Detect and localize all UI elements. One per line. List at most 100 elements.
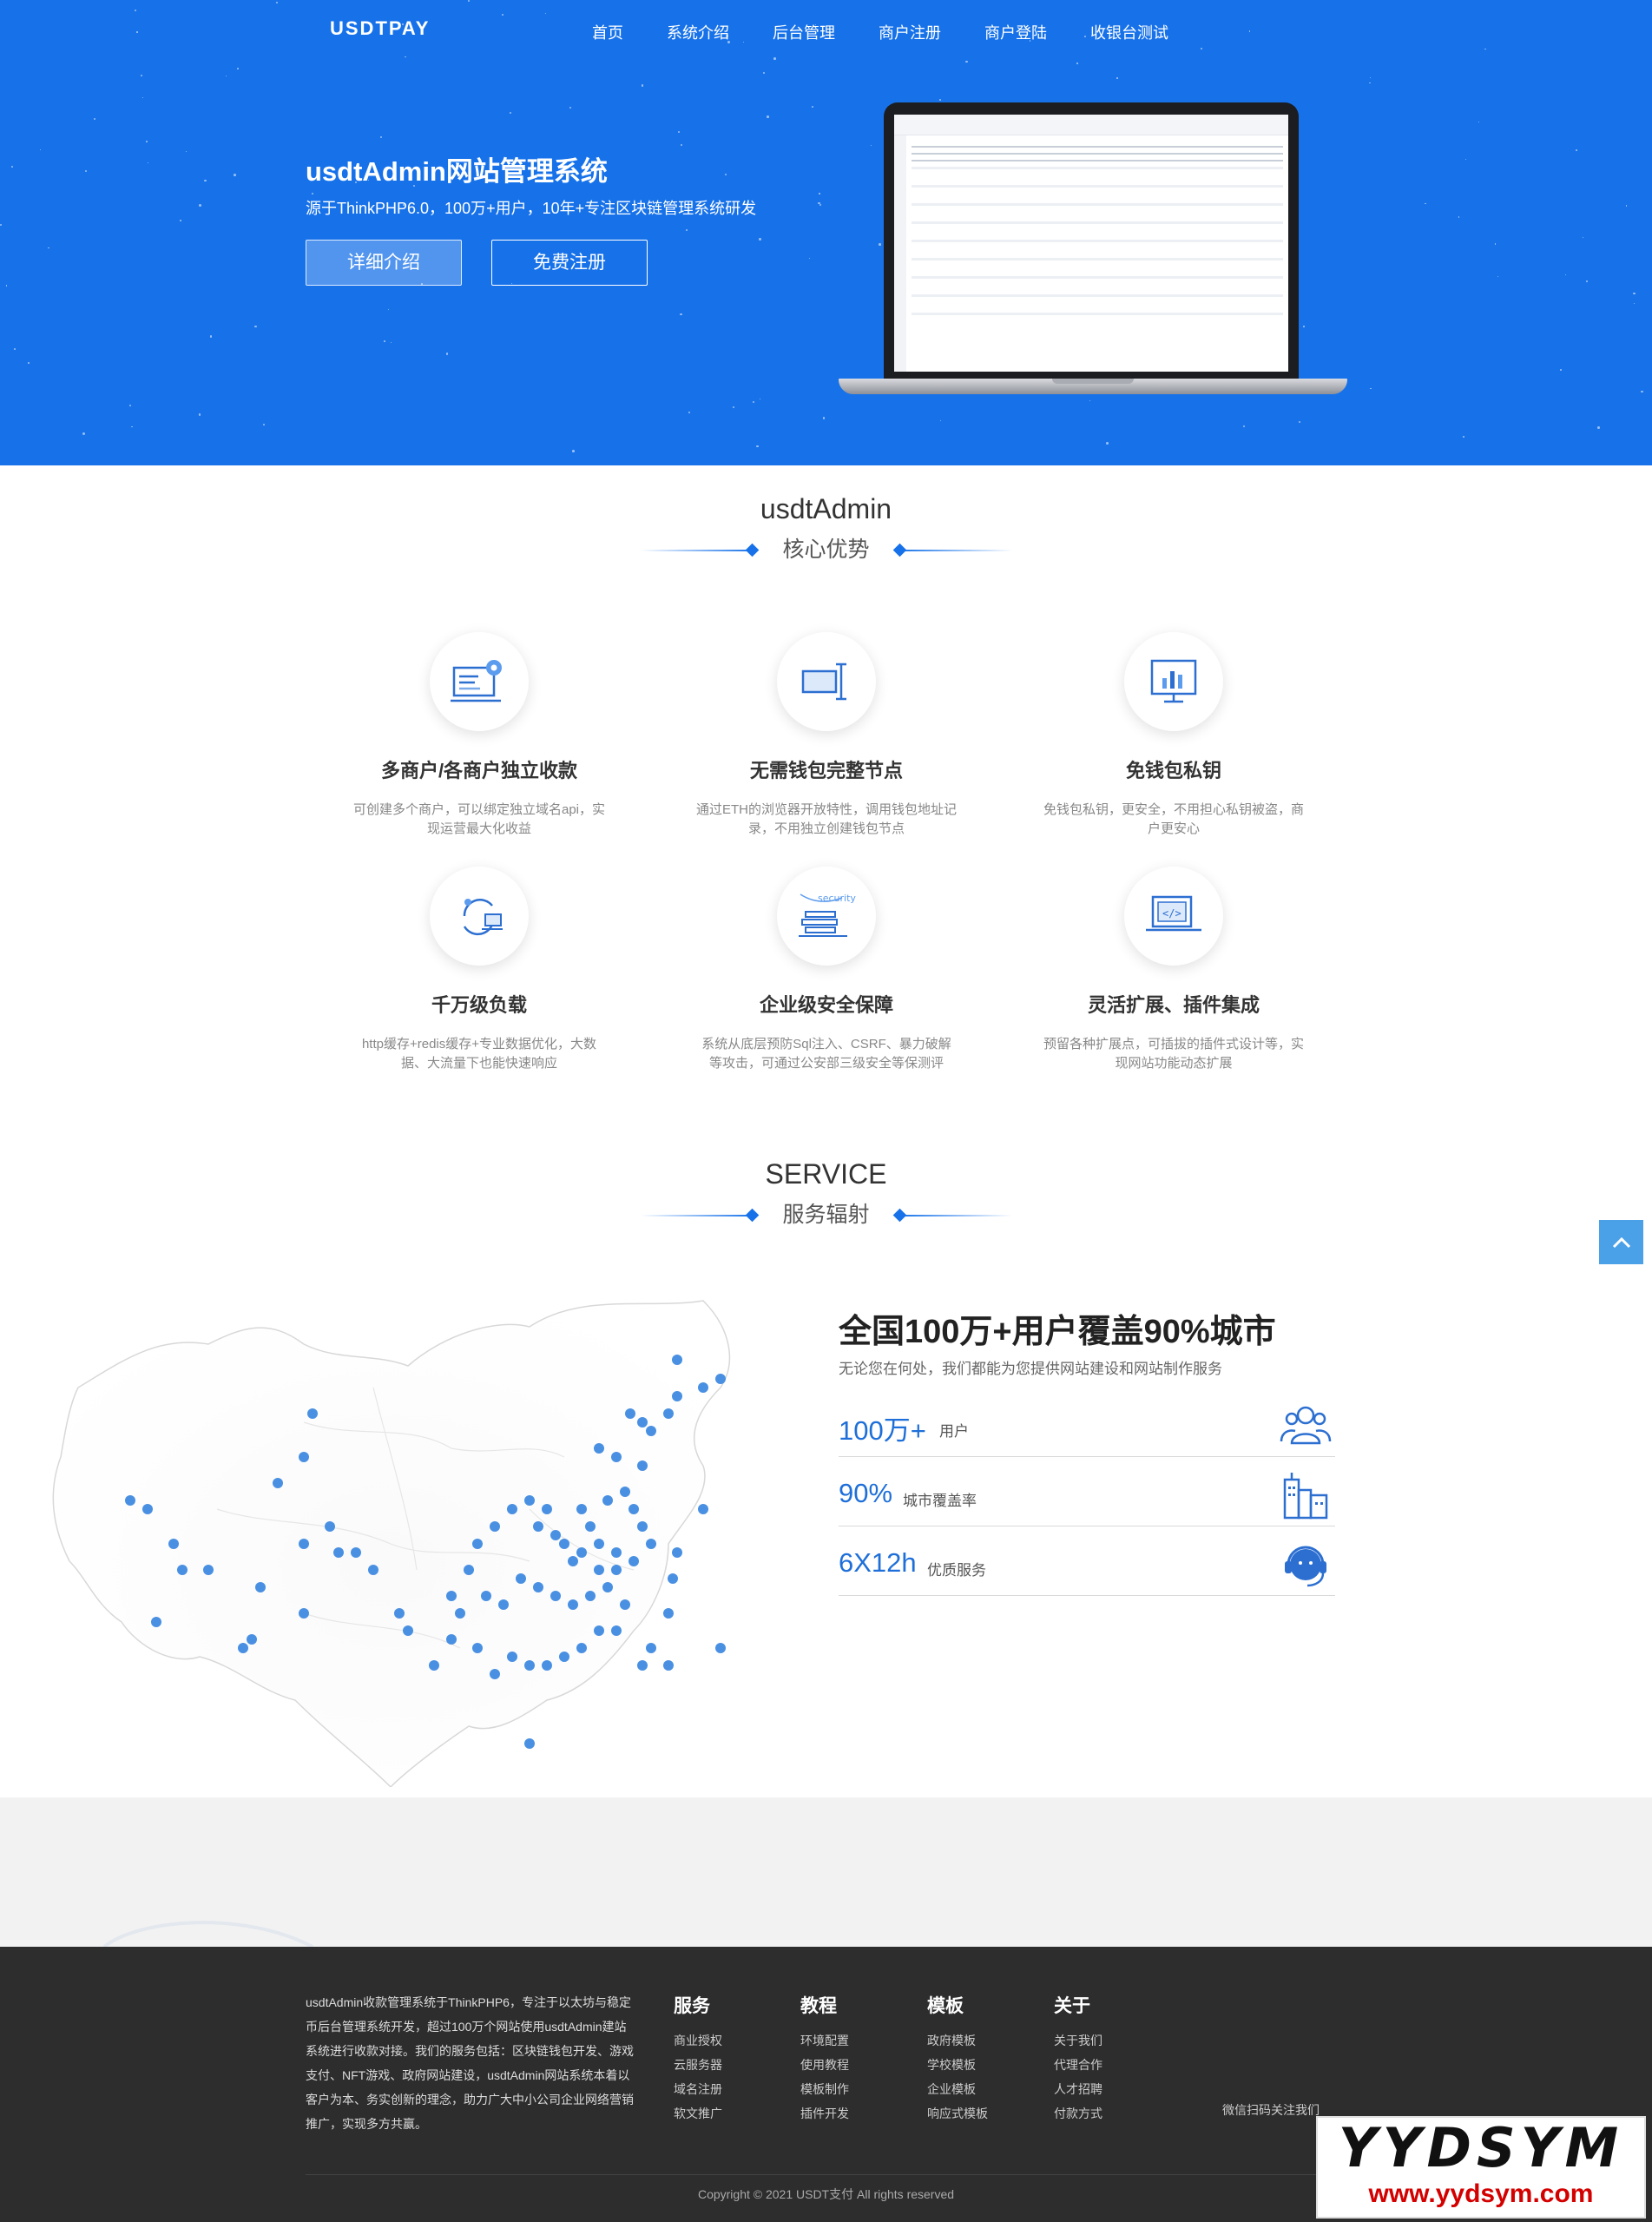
city-dot bbox=[507, 1652, 517, 1662]
footer-link[interactable]: 云服务器 bbox=[674, 2053, 722, 2077]
stat-users: 100万+ 用户 bbox=[839, 1388, 1335, 1457]
city-dot bbox=[273, 1478, 283, 1488]
feature-title: 免钱包私钥 bbox=[1125, 760, 1221, 781]
stat-number: 6X12h bbox=[839, 1547, 917, 1578]
city-dot bbox=[611, 1625, 622, 1636]
footer-link[interactable]: 政府模板 bbox=[927, 2028, 988, 2053]
footer-link[interactable]: 软文推广 bbox=[674, 2101, 722, 2126]
footer-link[interactable]: 关于我们 bbox=[1054, 2028, 1102, 2053]
city-dot bbox=[472, 1643, 483, 1653]
city-dot bbox=[533, 1521, 543, 1532]
footer-link[interactable]: 插件开发 bbox=[800, 2101, 849, 2126]
service-headline: 全国100万+用户覆盖90%城市 bbox=[839, 1314, 1276, 1350]
stat-city-coverage: 90% 城市覆盖率 bbox=[839, 1457, 1335, 1526]
city-dot bbox=[625, 1408, 635, 1419]
footer-link[interactable]: 付款方式 bbox=[1054, 2101, 1102, 2126]
grey-band bbox=[0, 1797, 1652, 1947]
city-dot bbox=[446, 1634, 457, 1645]
service-subtitle: 服务辐射 bbox=[782, 1203, 870, 1227]
city-dot bbox=[203, 1565, 214, 1575]
watermark-url: www.yydsym.com bbox=[1368, 2179, 1594, 2208]
city-dot bbox=[698, 1504, 708, 1514]
city-dot bbox=[672, 1391, 682, 1401]
footer-column-service: 服务 商业授权 云服务器 域名注册 软文推广 bbox=[674, 1992, 722, 2126]
city-buildings-icon bbox=[1283, 1473, 1328, 1520]
city-dot bbox=[429, 1660, 439, 1671]
city-dot bbox=[715, 1374, 726, 1384]
nav-admin[interactable]: 后台管理 bbox=[773, 21, 835, 43]
footer-link[interactable]: 商业授权 bbox=[674, 2028, 722, 2053]
footer-link[interactable]: 人才招聘 bbox=[1054, 2077, 1102, 2101]
city-dot bbox=[533, 1582, 543, 1592]
footer-column-title: 关于 bbox=[1054, 1996, 1090, 2016]
register-button[interactable]: 免费注册 bbox=[491, 240, 648, 286]
footer-about: usdtAdmin收款管理系统于ThinkPHP6，专注于以太坊与稳定币后台管理… bbox=[306, 1995, 634, 2131]
city-dot bbox=[507, 1504, 517, 1514]
nav-merchant-login[interactable]: 商户登陆 bbox=[984, 21, 1047, 43]
footer-link[interactable]: 响应式模板 bbox=[927, 2101, 988, 2126]
footer-column-title: 服务 bbox=[674, 1996, 710, 2016]
feature-desc: http缓存+redis缓存+专业数据优化，大数据、大流量下也能快速响应 bbox=[361, 1037, 597, 1071]
service-title: SERVICE bbox=[765, 1158, 887, 1190]
main-nav: 首页 系统介绍 后台管理 商户注册 商户登陆 收银台测试 bbox=[592, 21, 1212, 43]
monitor-chart-icon bbox=[1124, 632, 1223, 731]
feature-title: 无需钱包完整节点 bbox=[749, 760, 903, 781]
city-dot bbox=[620, 1487, 630, 1497]
feature-desc: 预留各种扩展点，可插拔的插件式设计等，实现网站功能动态扩展 bbox=[1043, 1037, 1305, 1071]
stat-label: 优质服务 bbox=[927, 1562, 986, 1579]
city-dot bbox=[490, 1521, 500, 1532]
city-dot bbox=[629, 1504, 639, 1514]
footer-link[interactable]: 学校模板 bbox=[927, 2053, 988, 2077]
city-dot bbox=[663, 1608, 674, 1619]
city-dot bbox=[576, 1643, 587, 1653]
city-dot bbox=[255, 1582, 266, 1592]
wechat-follow-text: 微信扫码关注我们 bbox=[1222, 2103, 1320, 2117]
city-dot bbox=[637, 1660, 648, 1671]
footer-divider bbox=[306, 2174, 1347, 2175]
city-dot bbox=[594, 1565, 604, 1575]
star-background bbox=[0, 0, 1652, 465]
chevron-up-icon bbox=[1612, 1236, 1630, 1248]
city-dot bbox=[550, 1530, 561, 1540]
detail-button[interactable]: 详细介绍 bbox=[306, 240, 462, 286]
city-dot bbox=[403, 1625, 413, 1636]
footer-link[interactable]: 使用教程 bbox=[800, 2053, 849, 2077]
nav-system-intro[interactable]: 系统介绍 bbox=[667, 21, 729, 43]
city-dot bbox=[602, 1582, 613, 1592]
city-dot bbox=[637, 1521, 648, 1532]
city-dot bbox=[455, 1608, 465, 1619]
feature-title: 多商户/各商户独立收款 bbox=[380, 760, 578, 781]
hero-title: usdtAdmin网站管理系统 bbox=[306, 156, 608, 187]
city-dot bbox=[524, 1495, 535, 1506]
laptop-lid bbox=[884, 102, 1299, 382]
back-to-top-button[interactable] bbox=[1599, 1220, 1643, 1264]
feature-card: 千万级负载 http缓存+redis缓存+专业数据优化，大数据、大流量下也能快速… bbox=[340, 867, 618, 1073]
nav-home[interactable]: 首页 bbox=[592, 21, 623, 43]
city-dot bbox=[646, 1539, 656, 1549]
nav-merchant-register[interactable]: 商户注册 bbox=[879, 21, 941, 43]
footer-column-about: 关于 关于我们 代理合作 人才招聘 付款方式 bbox=[1054, 1992, 1102, 2126]
city-dot bbox=[576, 1504, 587, 1514]
security-firewall-icon: security bbox=[777, 867, 876, 966]
city-dot bbox=[307, 1408, 318, 1419]
nav-checkout-test[interactable]: 收银台测试 bbox=[1090, 21, 1168, 43]
site-logo[interactable]: USDTPAY bbox=[330, 17, 430, 40]
city-dot bbox=[151, 1617, 161, 1627]
footer-link[interactable]: 模板制作 bbox=[800, 2077, 849, 2101]
svg-text:</>: </> bbox=[1162, 907, 1181, 920]
feature-card: </> 灵活扩展、插件集成 预留各种扩展点，可插拔的插件式设计等，实现网站功能动… bbox=[1035, 867, 1313, 1073]
footer-link[interactable]: 企业模板 bbox=[927, 2077, 988, 2101]
footer-link[interactable]: 环境配置 bbox=[800, 2028, 849, 2053]
stat-service-hours: 6X12h 优质服务 bbox=[839, 1526, 1335, 1596]
merchant-settings-icon bbox=[430, 632, 529, 731]
city-dot bbox=[325, 1521, 335, 1532]
footer-link[interactable]: 代理合作 bbox=[1054, 2053, 1102, 2077]
stat-label: 用户 bbox=[939, 1423, 969, 1440]
feature-card: 多商户/各商户独立收款 可创建多个商户，可以绑定独立域名api，实现运营最大化收… bbox=[340, 632, 618, 839]
svg-text:security: security bbox=[818, 893, 856, 904]
city-dot bbox=[351, 1547, 361, 1558]
stat-number: 90% bbox=[839, 1478, 893, 1508]
footer-link[interactable]: 域名注册 bbox=[674, 2077, 722, 2101]
city-dot bbox=[663, 1660, 674, 1671]
feature-card: security 企业级安全保障 系统从底层预防Sql注入、CSRF、暴力破解等… bbox=[688, 867, 965, 1073]
